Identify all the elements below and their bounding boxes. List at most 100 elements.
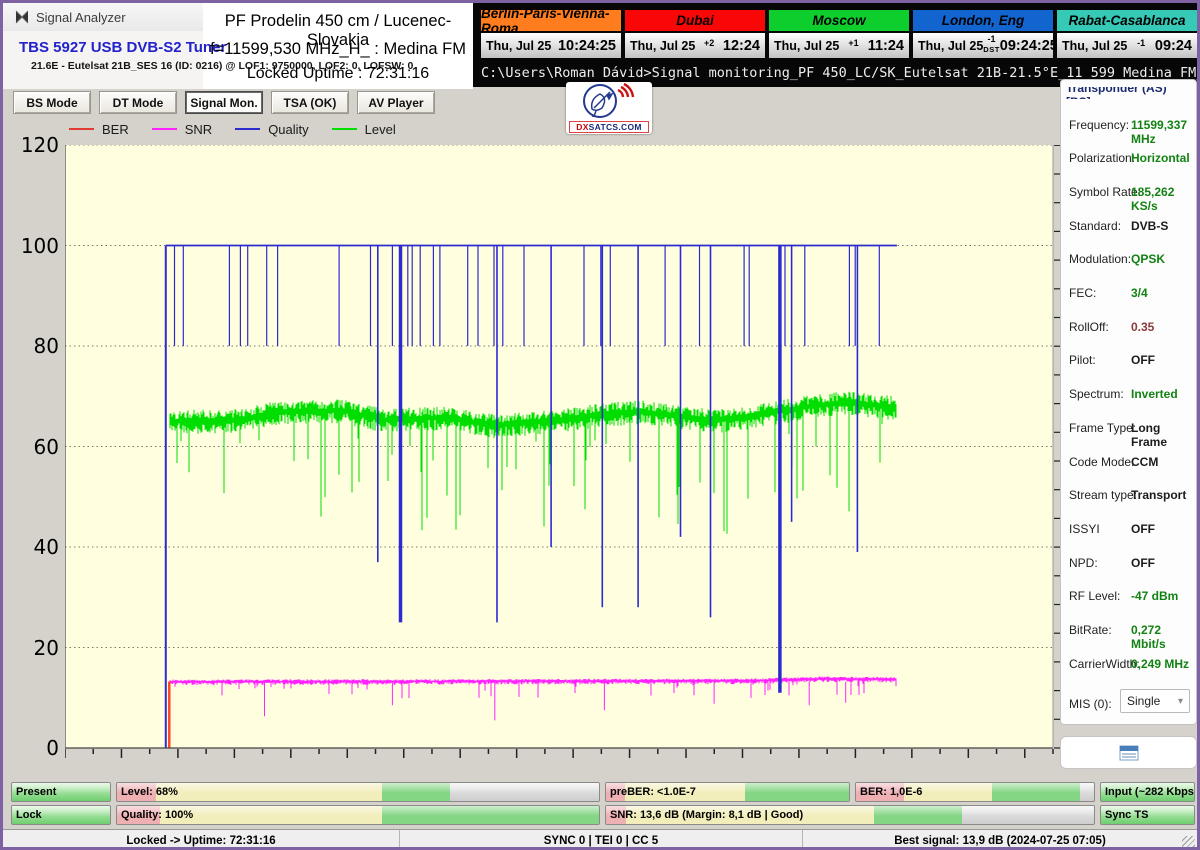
param-label: Modulation: (1069, 252, 1132, 267)
y-axis-tick-label: 100 (20, 233, 59, 258)
clock-body: Thu, Jul 25 +2 12:24 (625, 33, 765, 58)
y-axis-tick-label: 60 (33, 434, 59, 459)
param-value: OFF (1131, 353, 1155, 368)
param-label: Stream type: (1069, 488, 1138, 503)
param-label: Frequency: (1069, 117, 1130, 132)
mis-selected-value: Single (1127, 694, 1161, 708)
meter-label: Sync TS (1105, 809, 1149, 821)
indicator-input: Input (~282 Kbps) (1100, 782, 1195, 802)
tab-tsa-ok-[interactable]: TSA (OK) (271, 91, 349, 114)
param-value: 0.35 (1131, 319, 1155, 334)
param-label: RF Level: (1069, 589, 1121, 604)
meter-label: Input (~282 Kbps) (1105, 786, 1195, 798)
clock-city-header: Rabat-Casablanca (1057, 10, 1197, 31)
tab-dt-mode[interactable]: DT Mode (99, 91, 177, 114)
clock-body: Thu, Jul 25 +1 11:24 (769, 33, 909, 58)
legend-item-level: Level (331, 121, 396, 137)
clock-moscow: Moscow Thu, Jul 25 +1 11:24 (769, 10, 909, 59)
dxsatcs-logo: DXSATCS.COM (566, 82, 652, 134)
meter-ber: BER: 1,0E-6 (855, 782, 1095, 802)
y-axis-tick-label: 0 (46, 736, 59, 760)
clock-city-header: Berlin-Paris-Vienna-Roma (481, 6, 621, 36)
indicator-present: Present (11, 782, 111, 802)
clock-rabat-casablanca: Rabat-Casablanca Thu, Jul 25 -1 09:24 (1057, 10, 1197, 59)
clock-body: Thu, Jul 25 -1 DST 09:24:25 (913, 33, 1058, 58)
param-label: ISSYI (1069, 521, 1100, 536)
mis-label: MIS (0): (1069, 697, 1112, 711)
tab-signal-mon-[interactable]: Signal Mon. (185, 91, 263, 114)
y-axis-tick-label: 40 (33, 535, 59, 559)
param-value: 0,249 MHz (1131, 656, 1190, 671)
param-label: RollOff: (1069, 319, 1109, 334)
param-value: 0,272 Mbit/s (1131, 623, 1166, 651)
param-value: DVB-S (1131, 218, 1169, 233)
indicator-sync: Sync TS (1100, 805, 1195, 825)
signal-monitor-chart (65, 145, 1061, 758)
tab-bs-mode[interactable]: BS Mode (13, 91, 91, 114)
meter-label: BER: 1,0E-6 (860, 786, 923, 798)
clock-city-header: Dubai (625, 10, 765, 31)
meter-preber: preBER: <1.0E-7 (605, 782, 850, 802)
param-label: CarrierWidth: (1069, 656, 1140, 671)
clock-time: 10:24:25 (557, 37, 616, 54)
locked-uptime-title: Locked Uptime : 72:31:16 (246, 65, 430, 82)
param-value: QPSK (1131, 252, 1166, 267)
legend-line-swatch (331, 128, 357, 130)
window-title: Signal Analyzer (36, 10, 126, 25)
clock-date: Thu, Jul 25 (486, 38, 552, 53)
legend-label: Level (364, 121, 396, 137)
param-value: -47 dBm (1131, 589, 1179, 604)
param-label: BitRate: (1069, 623, 1112, 637)
meter-gloss (117, 783, 599, 793)
chart-legend: BER SNR Quality Level (69, 119, 396, 139)
status-locked-uptime: Locked -> Uptime: 72:31:16 (3, 830, 400, 847)
param-value: 11599,337 MHz (1131, 117, 1188, 146)
clock-date: Thu, Jul 25 (774, 38, 840, 53)
transponder-panel-heading: Transponder (AS) [BS] (1066, 87, 1167, 99)
tuner-name: TBS 5927 USB DVB-S2 Tuner (19, 39, 227, 56)
indicator-lock: Lock (11, 805, 111, 825)
param-label: Standard: (1069, 218, 1122, 233)
clock-body: Thu, Jul 25 -1 09:24 (1057, 33, 1197, 58)
clock-date: Thu, Jul 25 (630, 38, 696, 53)
param-value: CCM (1131, 454, 1159, 469)
meter-quality: Quality: 100% (116, 805, 600, 825)
status-best-signal: Best signal: 13,9 dB (2024-07-25 07:05) (894, 834, 1106, 847)
dxsatcs-wordmark: DXSATCS.COM (569, 121, 649, 133)
meter-label: preBER: <1.0E-7 (610, 786, 696, 798)
satellite-dish-icon (583, 82, 635, 118)
param-label: Pilot: (1069, 353, 1096, 368)
meter-snr: SNR: 13,6 dB (Margin: 8,1 dB | Good) (605, 805, 1095, 825)
clock-berlin-paris-vienna-roma: Berlin-Paris-Vienna-Roma Thu, Jul 25 10:24… (481, 6, 621, 59)
y-axis-tick-label: 120 (20, 133, 59, 157)
clock-london-eng: London, Eng Thu, Jul 25 -1 DST 09:24:25 (913, 10, 1058, 59)
clock-city-header: London, Eng (913, 10, 1053, 31)
clock-city-header: Moscow (769, 10, 909, 31)
legend-label: Quality (268, 121, 309, 137)
app-icon (15, 10, 29, 24)
transponder-list-button[interactable] (1060, 736, 1197, 769)
clock-utc-offset: -1 DST (983, 34, 1000, 55)
meter-label: SNR: 13,6 dB (Margin: 8,1 dB | Good) (610, 809, 804, 821)
param-value: OFF (1131, 555, 1155, 570)
resize-grip[interactable] (1182, 836, 1195, 847)
param-label: Frame Type: (1069, 420, 1137, 435)
param-value: Inverted (1131, 387, 1178, 402)
clock-utc-offset: -1 (1137, 38, 1146, 48)
clock-time: 12:24 (722, 37, 760, 54)
status-sync-tei-cc: SYNC 0 | TEI 0 | CC 5 (400, 830, 803, 847)
meter-label: Level: 68% (121, 786, 178, 798)
clock-dubai: Dubai Thu, Jul 25 +2 12:24 (625, 10, 765, 59)
mis-dropdown[interactable]: Single ▾ (1120, 689, 1190, 713)
param-value: Horizontal (1131, 151, 1190, 166)
clock-utc-offset: +2 (703, 38, 715, 48)
y-axis-tick-label: 80 (33, 334, 59, 358)
meter-label: Lock (16, 809, 42, 821)
tab-av-player[interactable]: AV Player (357, 91, 435, 114)
param-value: Transport (1131, 488, 1187, 503)
status-bar: Locked -> Uptime: 72:31:16 SYNC 0 | TEI … (3, 829, 1197, 847)
meter-level: Level: 68% (116, 782, 600, 802)
legend-label: SNR (184, 121, 213, 137)
legend-line-swatch (151, 128, 177, 130)
param-label: NPD: (1069, 555, 1098, 570)
